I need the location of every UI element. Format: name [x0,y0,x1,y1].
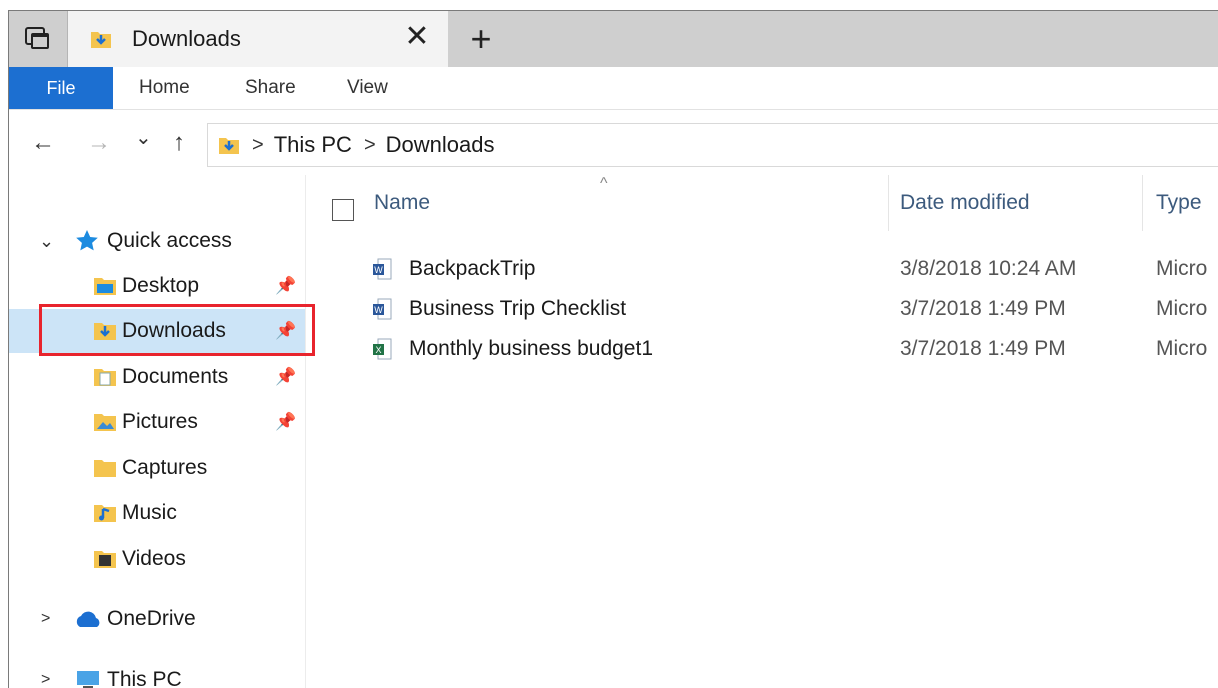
nav-label-onedrive: OneDrive [107,607,196,630]
file-date: 3/8/2018 10:24 AM [900,257,1077,280]
file-row[interactable]: W BackpackTrip 3/8/2018 10:24 AM Micro [306,249,1218,289]
nav-quick-access[interactable]: ⌄ Quick access [9,219,305,263]
breadcrumb-separator: > [252,133,264,156]
word-doc-icon: W [373,258,392,280]
file-type: Micro [1156,337,1208,360]
music-folder-icon [94,505,116,522]
column-header-date-modified[interactable]: Date modified [900,191,1030,215]
recent-locations-button[interactable]: ⌄ [135,125,152,150]
nav-item-captures[interactable]: Captures [9,446,305,490]
pin-icon: 📌 [275,276,297,295]
close-tab-icon[interactable]: ✕ [402,22,432,52]
desktop-folder-icon [94,278,116,295]
file-date: 3/7/2018 1:49 PM [900,297,1066,320]
star-icon [76,230,98,251]
column-header-name[interactable]: Name [374,191,430,215]
nav-label: Videos [122,547,186,570]
file-list-pane: ^ Name Date modified Type W BackpackTrip… [306,175,1218,688]
breadcrumb-separator: > [363,133,376,156]
column-divider[interactable] [888,175,889,231]
chevron-down-icon[interactable]: ⌄ [39,231,54,252]
column-header-type[interactable]: Type [1156,191,1202,215]
breadcrumb-this-pc[interactable]: This PC [274,132,352,158]
window-stack-icon [25,27,49,49]
downloads-folder-icon [219,138,239,154]
chevron-right-icon[interactable]: > [41,671,50,688]
nav-label-this-pc: This PC [107,668,182,688]
up-button[interactable]: ↑ [173,129,185,157]
onedrive-cloud-icon [76,611,100,627]
file-row[interactable]: W Business Trip Checklist 3/7/2018 1:49 … [306,289,1218,329]
chevron-right-icon[interactable]: > [41,610,50,628]
ribbon-tab-file[interactable]: File [9,67,113,109]
tab-strip: Downloads ✕ + [9,11,1218,67]
tab-downloads[interactable]: Downloads ✕ [68,11,448,67]
file-name: BackpackTrip [409,257,536,280]
nav-item-music[interactable]: Music [9,491,305,535]
file-name: Business Trip Checklist [409,297,627,320]
nav-label-quick-access: Quick access [107,229,232,252]
nav-label: Documents [122,365,229,388]
nav-item-desktop[interactable]: Desktop 📌 [9,264,305,308]
videos-folder-icon [94,551,116,568]
pin-icon: 📌 [275,412,297,431]
computer-icon [77,671,99,688]
nav-label: Pictures [122,410,198,433]
sort-ascending-icon: ^ [600,175,608,192]
file-explorer-window: Downloads ✕ + File Home Share View ← → ⌄… [8,10,1218,688]
nav-label: Captures [122,456,208,479]
nav-label: Desktop [122,274,200,297]
back-button[interactable]: ← [31,129,55,157]
excel-doc-icon: X [373,338,392,360]
pictures-folder-icon [94,414,116,431]
ribbon-tab-home[interactable]: Home [139,67,190,109]
file-date: 3/7/2018 1:49 PM [900,337,1066,360]
column-divider[interactable] [1142,175,1143,231]
svg-text:X: X [375,345,381,355]
file-row[interactable]: X Monthly business budget1 3/7/2018 1:49… [306,329,1218,369]
documents-folder-icon [94,369,116,386]
breadcrumb-downloads[interactable]: Downloads [386,132,495,158]
ribbon-tab-share[interactable]: Share [245,67,296,109]
red-highlight-box [39,304,315,356]
nav-item-pictures[interactable]: Pictures 📌 [9,400,305,444]
nav-this-pc[interactable]: > This PC [9,658,305,688]
select-all-checkbox[interactable] [332,199,354,221]
navigation-pane: ⌄ Quick access Desktop 📌 Downloads 📌 Doc… [9,175,315,688]
svg-text:W: W [374,265,383,275]
nav-item-videos[interactable]: Videos [9,537,305,581]
new-tab-button[interactable]: + [461,19,501,59]
address-box[interactable]: > This PC > Downloads [207,123,1218,167]
file-type: Micro [1156,297,1208,320]
file-type: Micro [1156,257,1208,280]
folder-icon [94,460,116,477]
address-bar-row: ← → ⌄ ↑ > This PC > Downloads [9,111,1218,175]
word-doc-icon: W [373,298,392,320]
file-name: Monthly business budget1 [409,337,653,360]
window-menu-button[interactable] [9,11,68,67]
pin-icon: 📌 [275,367,297,386]
svg-text:W: W [374,305,383,315]
ribbon: File Home Share View [9,67,1218,110]
downloads-folder-icon [91,32,111,48]
nav-item-documents[interactable]: Documents 📌 [9,355,305,399]
forward-button[interactable]: → [87,129,111,157]
tab-title: Downloads [132,26,241,51]
nav-label: Music [122,501,177,524]
nav-onedrive[interactable]: > OneDrive [9,597,305,641]
ribbon-tab-view[interactable]: View [347,67,388,109]
